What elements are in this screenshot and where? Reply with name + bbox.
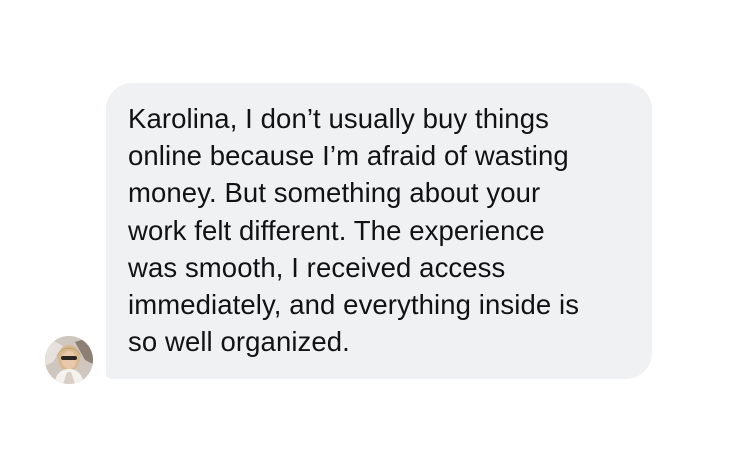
message-line: so well organized.: [128, 326, 350, 358]
message-line: immediately, and everything inside is: [128, 289, 580, 321]
message-line: money. But something about your: [128, 177, 541, 209]
message-line: online because I’m afraid of wasting: [128, 140, 569, 172]
message-line: was smooth, I received access: [128, 251, 506, 283]
message-bubble: Karolina, I don’t usually buy things onl…: [106, 83, 652, 379]
message-text: Karolina, I don’t usually buy things onl…: [128, 100, 638, 360]
message-line: Karolina, I don’t usually buy things: [128, 103, 549, 134]
profile-photo-icon: [45, 336, 93, 384]
chat-thread: Karolina, I don’t usually buy things onl…: [0, 0, 750, 458]
message-line: work felt different. The experience: [128, 214, 545, 246]
sender-avatar[interactable]: [45, 336, 93, 384]
